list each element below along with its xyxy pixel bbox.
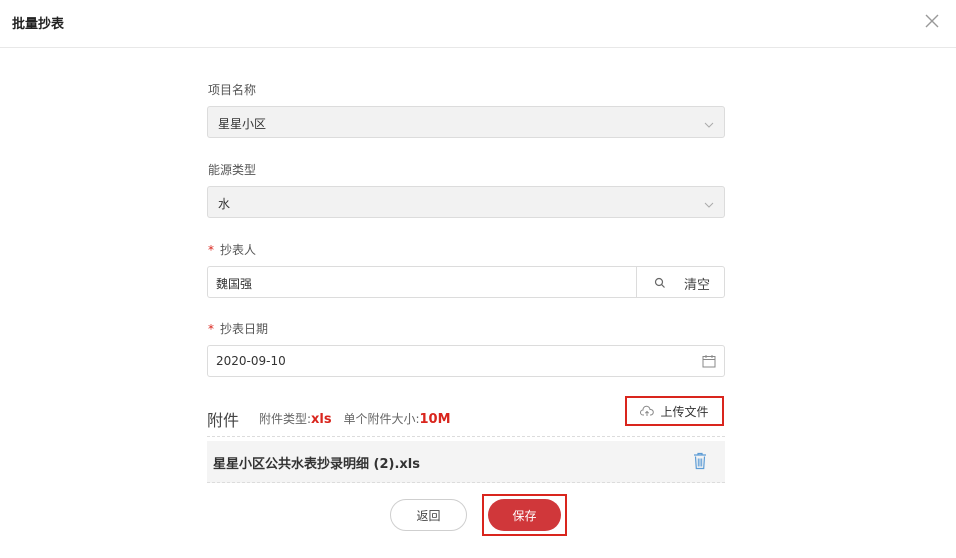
dialog-title: 批量抄表 [12,17,65,32]
required-mark: * [208,322,214,336]
field-divider [636,267,637,297]
attachment-size-label: 单个附件大小: [343,412,420,426]
required-mark: * [208,243,214,257]
project-value: 星星小区 [218,117,267,131]
reader-value: 魏国强 [216,277,253,291]
upload-file-button[interactable]: 上传文件 [625,396,724,426]
energy-type-value: 水 [218,197,231,211]
energy-type-label: 能源类型 [208,163,257,177]
search-icon[interactable] [654,277,666,289]
project-label: 项目名称 [208,83,257,97]
back-button[interactable]: 返回 [390,499,467,531]
dialog-header: 批量抄表 [0,0,956,48]
date-value: 2020-09-10 [216,354,286,368]
upload-file-label: 上传文件 [660,404,709,419]
cloud-upload-icon [640,405,655,416]
reader-label-text: 抄表人 [220,243,257,257]
date-field[interactable]: 2020-09-10 [207,345,725,377]
clear-button[interactable]: 清空 [684,274,710,293]
attachments-info: 附件类型:xls 单个附件大小:10M [259,410,451,427]
attachments-title: 附件 [207,411,240,430]
trash-icon[interactable] [693,452,707,470]
project-select[interactable]: 星星小区 [207,106,725,138]
date-label-text: 抄表日期 [220,322,269,336]
file-name[interactable]: 星星小区公共水表抄录明细 (2).xls [213,453,420,472]
attachment-type-value: xls [311,412,332,427]
list-item: 星星小区公共水表抄录明细 (2).xls [207,441,725,483]
reader-field[interactable]: 魏国强 清空 [207,266,725,298]
chevron-down-icon [704,122,714,128]
energy-type-select[interactable]: 水 [207,186,725,218]
calendar-icon[interactable] [702,354,716,368]
save-button[interactable]: 保存 [488,499,561,531]
attachment-size-value: 10M [419,412,451,427]
attachment-type-label: 附件类型: [259,412,312,426]
divider [207,436,725,437]
close-icon[interactable] [924,13,940,29]
date-label: * 抄表日期 [208,320,268,337]
chevron-down-icon [704,202,714,208]
reader-label: * 抄表人 [208,241,256,258]
